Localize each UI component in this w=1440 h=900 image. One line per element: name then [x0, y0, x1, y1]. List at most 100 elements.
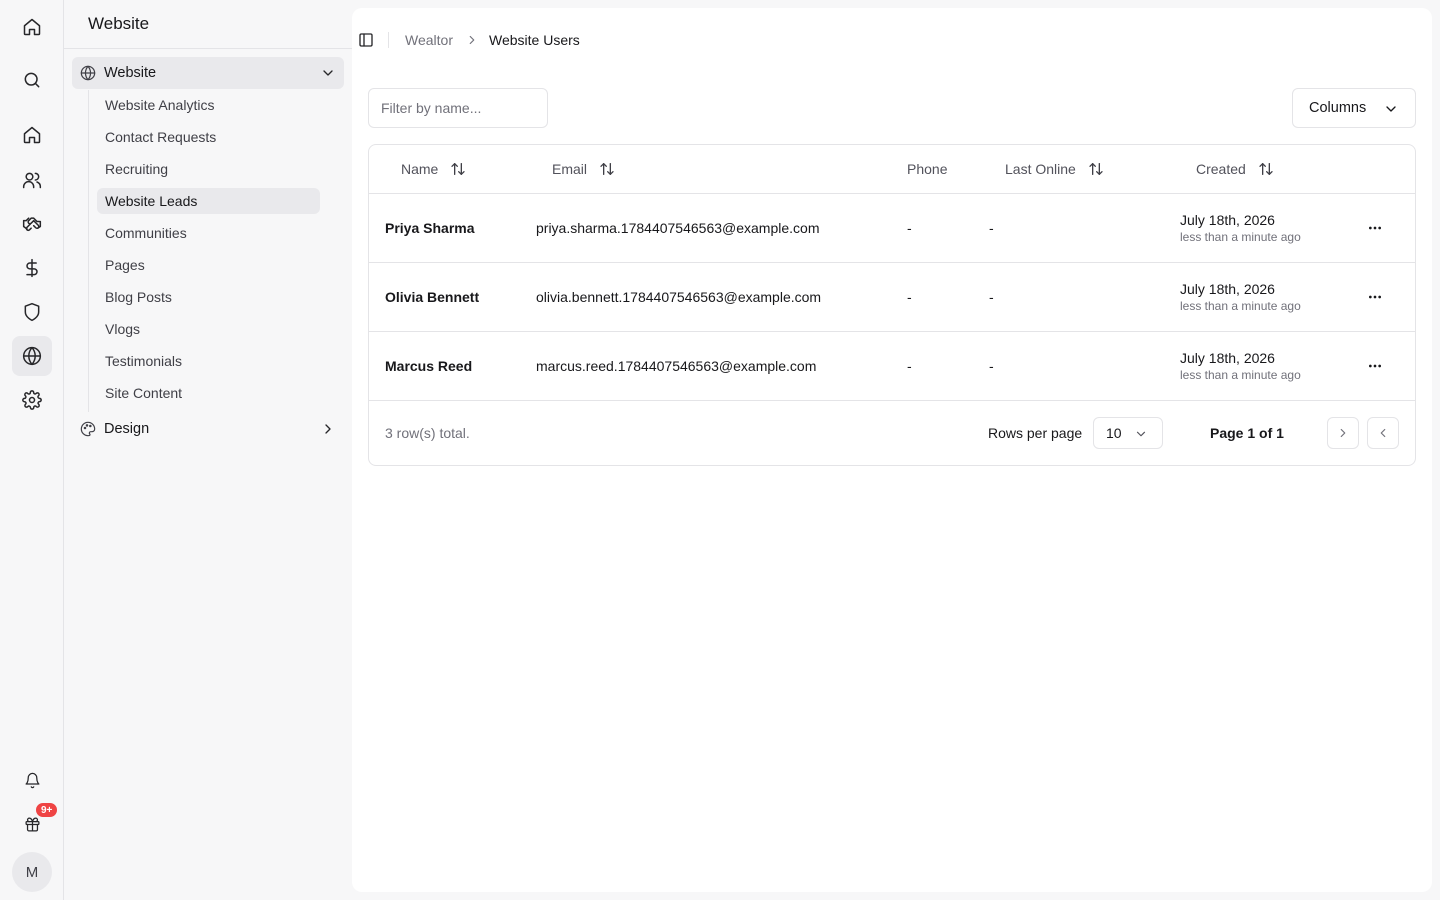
- cell-last-online: -: [989, 220, 994, 236]
- column-header-label: Name: [401, 161, 439, 177]
- cell-email: priya.sharma.1784407546563@example.com: [536, 220, 820, 236]
- avatar[interactable]: M: [12, 852, 52, 892]
- search-icon: [24, 72, 40, 88]
- topbar-separator: [388, 32, 389, 48]
- finance-rail-button[interactable]: [12, 248, 52, 288]
- chevron-right-icon: [1340, 428, 1346, 438]
- columns-button-label: Columns: [1309, 100, 1367, 116]
- previous-page-button[interactable]: [1367, 417, 1399, 449]
- rows-per-page-select[interactable]: 10: [1093, 417, 1163, 449]
- sidebar-item-pages[interactable]: Pages: [97, 252, 320, 278]
- notifications-button[interactable]: [12, 760, 52, 800]
- page-indicator: Page 1 of 1: [1210, 425, 1284, 441]
- sidebar-group-design[interactable]: Design: [72, 413, 344, 445]
- column-header-created[interactable]: Created: [1196, 145, 1274, 193]
- sidebar-item-testimonials[interactable]: Testimonials: [97, 348, 320, 374]
- users-rail-button[interactable]: [12, 160, 52, 200]
- sidebar-item-site-content[interactable]: Site Content: [97, 380, 320, 406]
- cell-last-online: -: [989, 289, 994, 305]
- settings-rail-button[interactable]: [12, 380, 52, 420]
- security-rail-button[interactable]: [12, 292, 52, 332]
- row-actions-button[interactable]: [1361, 289, 1389, 305]
- table-header: Name Email Phone Last Online Created: [369, 145, 1415, 194]
- sidebar-item-vlogs[interactable]: Vlogs: [97, 316, 320, 342]
- created-date: July 18th, 2026: [1180, 350, 1275, 366]
- cell-created: July 18th, 2026 less than a minute ago: [1180, 332, 1301, 400]
- cell-created: July 18th, 2026 less than a minute ago: [1180, 263, 1301, 331]
- rows-per-page-value: 10: [1106, 425, 1122, 441]
- sidebar-item-website-analytics[interactable]: Website Analytics: [97, 92, 320, 118]
- sidebar-group-label: Website: [104, 65, 157, 81]
- website-rail-button[interactable]: [12, 336, 52, 376]
- created-date: July 18th, 2026: [1180, 212, 1275, 228]
- cell-phone: -: [907, 358, 912, 374]
- chevron-down-icon: [1386, 106, 1396, 112]
- handshake-icon: [22, 217, 42, 232]
- sort-icon: [1259, 163, 1273, 175]
- gift-icon: [24, 816, 40, 832]
- main-panel: Wealtor Website Users Columns Name Email…: [352, 8, 1432, 892]
- gift-badge: 9+: [34, 801, 60, 819]
- palette-icon: [80, 421, 96, 437]
- columns-button[interactable]: Columns: [1292, 88, 1416, 128]
- cell-last-online: -: [989, 358, 994, 374]
- breadcrumb-root[interactable]: Wealtor: [405, 32, 453, 48]
- cell-email: olivia.bennett.1784407546563@example.com: [536, 289, 822, 305]
- cell-email: marcus.reed.1784407546563@example.com: [536, 358, 817, 374]
- created-relative: less than a minute ago: [1180, 368, 1301, 382]
- column-header-label: Created: [1196, 161, 1246, 177]
- sidebar-item-communities[interactable]: Communities: [97, 220, 320, 246]
- sort-icon: [1089, 163, 1103, 175]
- users-table: Name Email Phone Last Online Created Pri…: [368, 144, 1416, 466]
- column-header-name[interactable]: Name: [401, 145, 466, 193]
- table-row[interactable]: Marcus Reed marcus.reed.1784407546563@ex…: [369, 332, 1415, 401]
- sidebar-divider: [64, 48, 352, 49]
- column-header-last-online[interactable]: Last Online: [1005, 145, 1104, 193]
- sidebar-item-website-leads[interactable]: Website Leads: [97, 188, 320, 214]
- table-row[interactable]: Priya Sharma priya.sharma.1784407546563@…: [369, 194, 1415, 263]
- column-header-label: Last Online: [1005, 161, 1076, 177]
- column-header-label: Phone: [907, 161, 948, 177]
- more-horizontal-icon: [1369, 364, 1381, 368]
- chevron-down-icon: [1136, 431, 1146, 437]
- sidebar-toggle-icon[interactable]: [358, 32, 374, 48]
- globe-icon: [22, 346, 42, 366]
- home-rail-button[interactable]: [12, 7, 52, 47]
- more-horizontal-icon: [1369, 295, 1381, 299]
- created-relative: less than a minute ago: [1180, 299, 1301, 313]
- chevron-right-icon: [325, 424, 331, 434]
- next-page-button[interactable]: [1327, 417, 1359, 449]
- table-row[interactable]: Olivia Bennett olivia.bennett.1784407546…: [369, 263, 1415, 332]
- users-icon: [22, 172, 42, 189]
- sidebar-group-website[interactable]: Website: [72, 57, 344, 89]
- sort-icon: [451, 163, 466, 175]
- sidebar-group-label: Design: [104, 421, 150, 437]
- cell-name: Priya Sharma: [385, 220, 475, 236]
- bell-icon: [24, 772, 40, 788]
- column-header-email[interactable]: Email: [552, 145, 615, 193]
- dashboard-rail-button[interactable]: [12, 115, 52, 155]
- search-rail-button[interactable]: [12, 60, 52, 100]
- row-actions-button[interactable]: [1361, 220, 1389, 236]
- row-total: 3 row(s) total.: [385, 425, 470, 441]
- globe-icon: [80, 65, 96, 81]
- sidebar-item-contact-requests[interactable]: Contact Requests: [97, 124, 320, 150]
- rows-per-page-label: Rows per page: [988, 425, 1083, 441]
- chevron-left-icon: [1380, 428, 1386, 438]
- topbar: Wealtor Website Users: [352, 8, 1432, 72]
- sidebar-item-recruiting[interactable]: Recruiting: [97, 156, 320, 182]
- filter-by-name-input[interactable]: [368, 88, 548, 128]
- row-actions-button[interactable]: [1361, 358, 1389, 374]
- created-relative: less than a minute ago: [1180, 230, 1301, 244]
- sort-icon: [600, 163, 614, 175]
- chevron-right-icon: [469, 35, 475, 45]
- breadcrumb-current: Website Users: [489, 32, 580, 48]
- sidebar-title: Website: [88, 14, 150, 33]
- dashboard-home-icon: [23, 126, 41, 144]
- deals-rail-button[interactable]: [12, 204, 52, 244]
- cell-created: July 18th, 2026 less than a minute ago: [1180, 194, 1301, 262]
- gear-icon: [22, 390, 42, 410]
- cell-phone: -: [907, 220, 912, 236]
- shield-icon: [24, 302, 40, 322]
- sidebar-item-blog-posts[interactable]: Blog Posts: [97, 284, 320, 310]
